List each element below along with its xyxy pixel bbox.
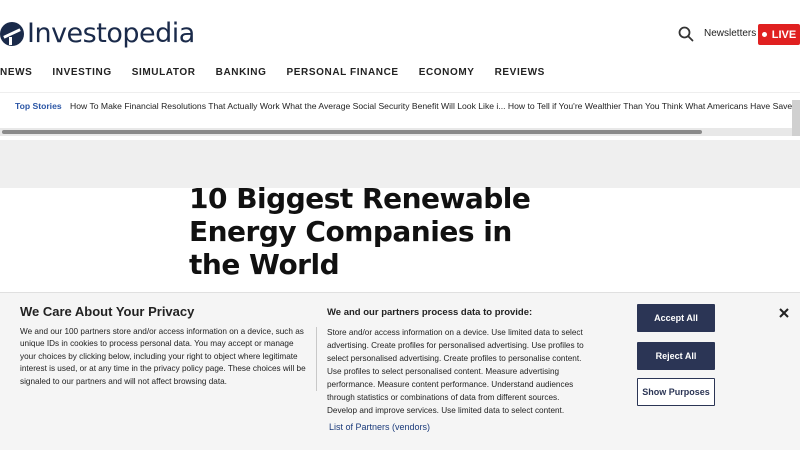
newsletters-link[interactable]: Newsletters bbox=[704, 28, 756, 39]
site-header: Investopedia Newsletters LIVE bbox=[0, 0, 800, 62]
live-dot-icon bbox=[761, 32, 767, 37]
accept-all-button[interactable]: Accept All bbox=[637, 304, 715, 332]
nav-item-news[interactable]: NEWS bbox=[0, 67, 32, 81]
privacy-banner-body: We and our 100 partners store and/or acc… bbox=[20, 327, 306, 386]
scrollbar-thumb[interactable] bbox=[2, 130, 702, 134]
nav-item-simulator[interactable]: SIMULATOR bbox=[132, 67, 196, 81]
main-nav: NEWS INVESTING SIMULATOR BANKING PERSONA… bbox=[0, 67, 565, 81]
purposes-body: Store and/or access information on a dev… bbox=[327, 328, 584, 415]
show-purposes-button[interactable]: Show Purposes bbox=[637, 378, 715, 406]
top-stories-label[interactable]: Top Stories bbox=[15, 101, 62, 111]
list-of-partners-link[interactable]: List of Partners (vendors) bbox=[329, 422, 430, 432]
top-story-link[interactable]: What Americans Have Saved for R bbox=[685, 101, 800, 111]
ad-placeholder bbox=[0, 140, 800, 188]
search-icon[interactable] bbox=[677, 25, 695, 43]
top-story-link[interactable]: What the Average Social Security Benefit… bbox=[282, 101, 505, 111]
live-label: LIVE bbox=[771, 28, 797, 41]
top-story-link[interactable]: How to Tell if You're Wealthier Than You… bbox=[508, 101, 683, 111]
purposes-title: We and our partners process data to prov… bbox=[327, 307, 533, 318]
article-title: 10 Biggest Renewable Energy Companies in… bbox=[189, 182, 531, 281]
nav-item-investing[interactable]: INVESTING bbox=[52, 67, 111, 81]
top-stories-scrollbar[interactable] bbox=[0, 128, 792, 136]
banner-divider bbox=[316, 327, 317, 391]
privacy-banner: We Care About Your Privacy We and our 10… bbox=[0, 292, 800, 450]
nav-item-banking[interactable]: BANKING bbox=[216, 67, 267, 81]
investopedia-logo-icon bbox=[0, 21, 24, 46]
live-button[interactable]: LIVE bbox=[758, 24, 800, 45]
scroll-end-shade bbox=[792, 100, 800, 136]
privacy-banner-title: We Care About Your Privacy bbox=[20, 304, 195, 319]
logo-text: Investopedia bbox=[27, 18, 195, 49]
close-icon[interactable] bbox=[776, 305, 792, 321]
nav-item-economy[interactable]: ECONOMY bbox=[419, 67, 475, 81]
reject-all-button[interactable]: Reject All bbox=[637, 342, 715, 370]
top-story-link[interactable]: How To Make Financial Resolutions That A… bbox=[70, 101, 280, 111]
nav-item-reviews[interactable]: REVIEWS bbox=[495, 67, 545, 81]
site-logo[interactable]: Investopedia bbox=[0, 18, 195, 49]
nav-item-personal-finance[interactable]: PERSONAL FINANCE bbox=[287, 67, 399, 81]
